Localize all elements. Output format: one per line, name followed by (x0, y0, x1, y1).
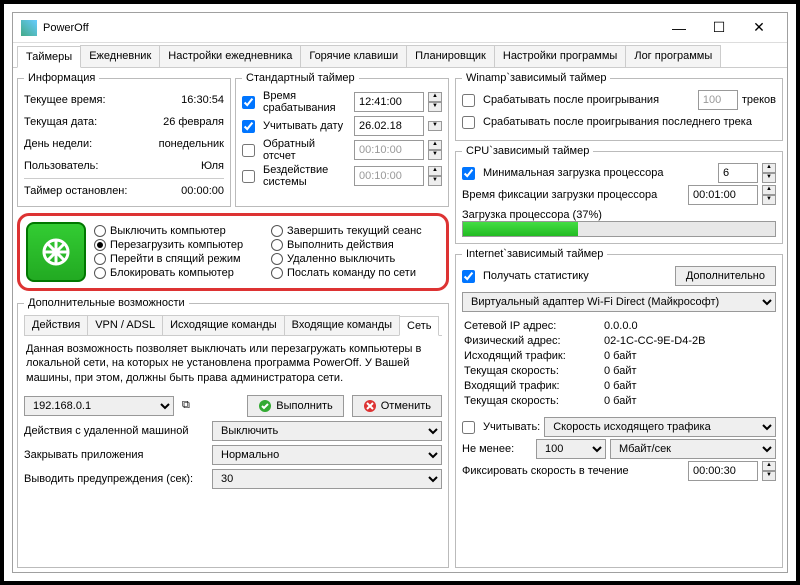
consider-check[interactable] (462, 421, 475, 434)
date-check[interactable] (242, 120, 255, 133)
maximize-button[interactable]: ☐ (699, 15, 739, 41)
cpu-group: CPU`зависимый таймер Минимальная загрузк… (455, 145, 783, 244)
radio-restart[interactable]: Перезагрузить компьютер (94, 239, 263, 251)
stopped-value: 00:00:00 (181, 185, 224, 197)
winamp-after-check[interactable] (462, 94, 475, 107)
extra-group: Дополнительные возможности Действия VPN … (17, 297, 449, 568)
idle-check[interactable] (242, 170, 255, 183)
date-label: Текущая дата: (24, 116, 159, 128)
subtab-out-cmd[interactable]: Исходящие команды (162, 315, 285, 335)
info-group: Информация Текущее время:16:30:54 Текуща… (17, 72, 231, 207)
cpu-min-check[interactable] (462, 167, 475, 180)
subtab-vpn[interactable]: VPN / ADSL (87, 315, 163, 335)
radio-sleep[interactable]: Перейти в спящий режим (94, 253, 263, 265)
spin-down[interactable]: ▼ (428, 102, 442, 112)
stats-check[interactable] (462, 270, 475, 283)
app-icon (21, 20, 37, 36)
advanced-button[interactable]: Дополнительно (675, 266, 776, 286)
subtab-network[interactable]: Сеть (399, 316, 439, 336)
close-apps-select[interactable]: Нормально (212, 445, 442, 465)
date-value: 26 февраля (163, 116, 224, 128)
countdown-check[interactable] (242, 144, 255, 157)
warn-select[interactable]: 30 (212, 469, 442, 489)
radio-lock[interactable]: Блокировать компьютер (94, 267, 263, 279)
dow-value: понедельник (159, 138, 224, 150)
countdown-input[interactable] (354, 140, 424, 160)
net-ip: 0.0.0.0 (604, 320, 774, 332)
net-fix-input[interactable] (688, 461, 758, 481)
cpu-progress (462, 221, 776, 237)
net-unit-select[interactable]: Мбайт/сек (610, 439, 776, 459)
cpu-fix-input[interactable] (688, 185, 758, 205)
tab-hotkeys[interactable]: Горячие клавиши (300, 45, 407, 67)
tracks-input[interactable] (698, 90, 738, 110)
trigger-check[interactable] (242, 96, 255, 109)
subtab-actions[interactable]: Действия (24, 315, 88, 335)
radio-net-command[interactable]: Послать команду по сети (271, 267, 440, 279)
tab-scheduler[interactable]: Планировщик (406, 45, 495, 67)
cpu-load-label: Загрузка процессора (37%) (462, 209, 602, 221)
minimize-button[interactable]: — (659, 15, 699, 41)
radio-remote-off[interactable]: Удаленно выключить (271, 253, 440, 265)
user-value: Юля (201, 160, 224, 172)
tab-log[interactable]: Лог программы (625, 45, 721, 67)
dow-label: День недели: (24, 138, 155, 150)
consider-select[interactable]: Скорость исходящего трафика (544, 417, 776, 437)
tab-daily[interactable]: Ежедневник (80, 45, 160, 67)
winamp-group: Winamp`зависимый таймер Срабатывать посл… (455, 72, 783, 141)
winamp-last-check[interactable] (462, 116, 475, 129)
net-min-select[interactable]: 100 (536, 439, 606, 459)
execute-button[interactable]: Выполнить (247, 395, 343, 417)
subtab-in-cmd[interactable]: Входящие команды (284, 315, 400, 335)
tab-timers[interactable]: Таймеры (17, 46, 81, 68)
user-label: Пользователь: (24, 160, 197, 172)
remote-action-select[interactable]: Выключить (212, 421, 442, 441)
standard-timer-group: Стандартный таймер Время срабатывания▲▼ … (235, 72, 449, 207)
time-label: Текущее время: (24, 94, 177, 106)
cancel-button[interactable]: Отменить (352, 395, 442, 417)
action-selection-box: Выключить компьютер Завершить текущий се… (17, 213, 449, 291)
network-desc: Данная возможность позволяет выключать и… (24, 336, 442, 391)
tab-daily-settings[interactable]: Настройки ежедневника (159, 45, 301, 67)
spin-up[interactable]: ▲ (428, 92, 442, 102)
idle-input[interactable] (354, 166, 424, 186)
main-tabs: Таймеры Ежедневник Настройки ежедневника… (13, 43, 787, 68)
date-input[interactable] (354, 116, 424, 136)
tab-program-settings[interactable]: Настройки программы (494, 45, 626, 67)
time-value: 16:30:54 (181, 94, 224, 106)
radio-run-actions[interactable]: Выполнить действия (271, 239, 440, 251)
radio-logoff[interactable]: Завершить текущий сеанс (271, 225, 440, 237)
stopped-label: Таймер остановлен: (24, 185, 177, 197)
copy-icon[interactable]: ⧉ (182, 399, 190, 412)
close-button[interactable]: ✕ (739, 15, 779, 41)
adapter-select[interactable]: Виртуальный адаптер Wi-Fi Direct (Майкро… (462, 292, 776, 312)
radio-shutdown[interactable]: Выключить компьютер (94, 225, 263, 237)
trigger-time-input[interactable] (354, 92, 424, 112)
restart-icon (26, 222, 86, 282)
ip-select[interactable]: 192.168.0.1 (24, 396, 174, 416)
window-title: PowerOff (43, 22, 659, 34)
cpu-min-input[interactable] (718, 163, 758, 183)
internet-group: Internet`зависимый таймер Получать стати… (455, 248, 783, 568)
net-mac: 02-1C-CC-9E-D4-2B (604, 335, 774, 347)
